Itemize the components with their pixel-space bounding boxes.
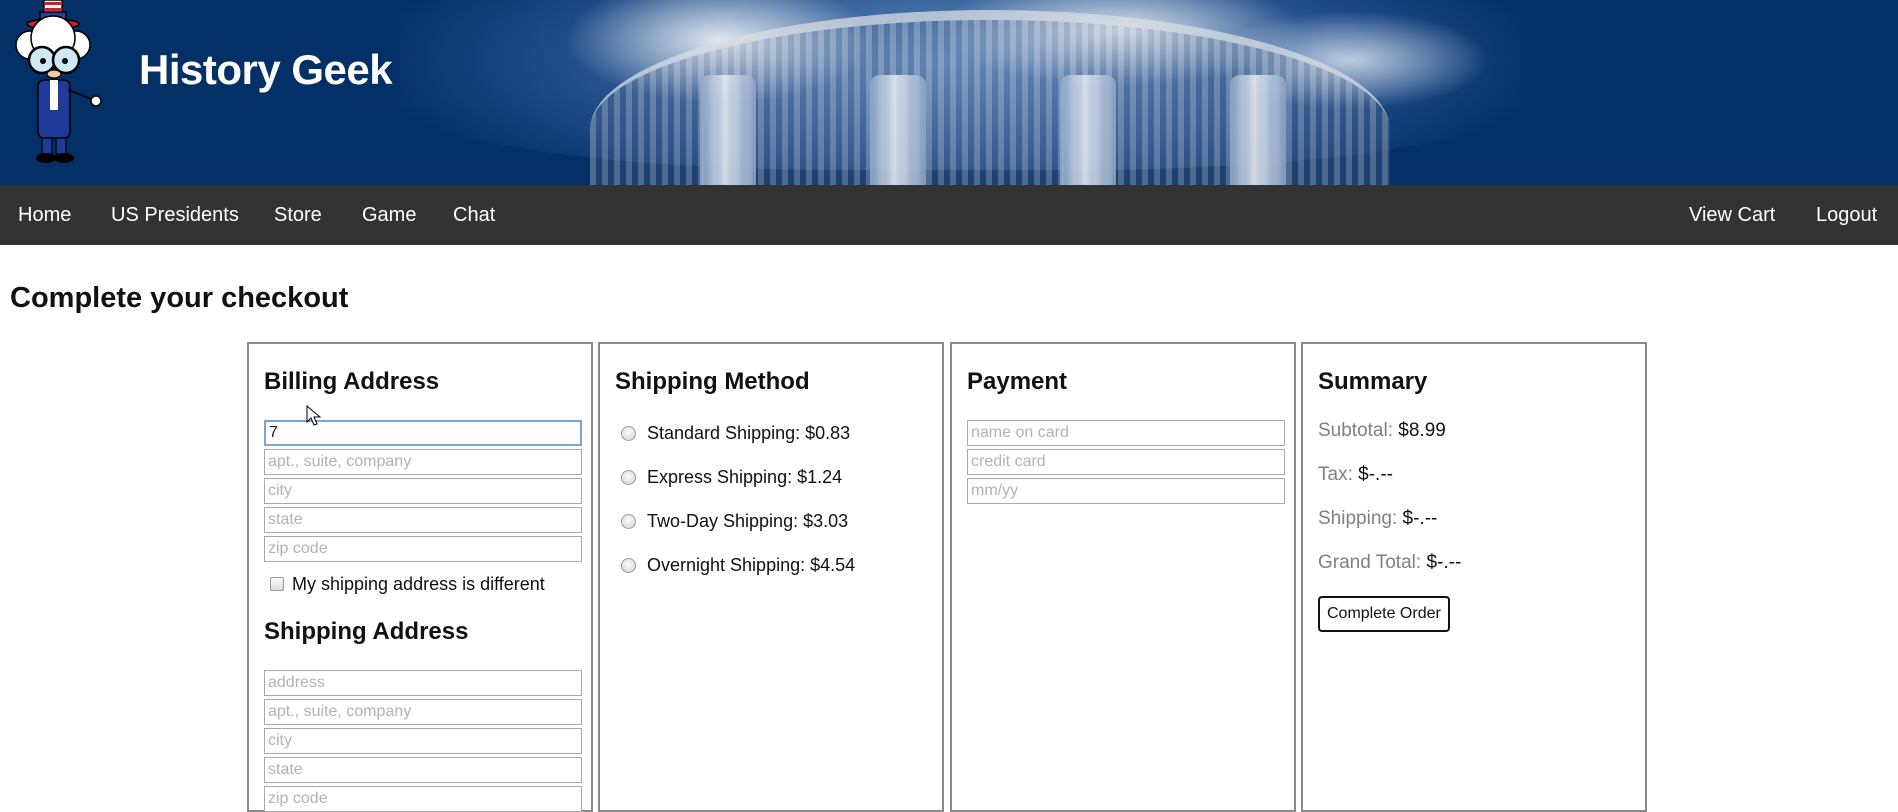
shipping-overnight-label: Overnight Shipping: $4.54 xyxy=(647,554,856,575)
payment-panel: Payment xyxy=(950,342,1296,812)
nav-chat[interactable]: Chat xyxy=(435,185,513,245)
payment-heading: Payment xyxy=(967,368,1068,395)
shipping-express-label: Express Shipping: $1.24 xyxy=(647,466,843,487)
shipping-standard-radio[interactable] xyxy=(621,425,636,441)
capitol-column xyxy=(1230,75,1286,185)
grand-total-value: $-.-- xyxy=(1426,552,1462,573)
complete-order-button[interactable]: Complete Order xyxy=(1318,596,1450,632)
subtotal-value: $8.99 xyxy=(1398,420,1446,441)
billing-zip-input[interactable] xyxy=(264,536,582,562)
subtotal-label: Subtotal: xyxy=(1318,420,1393,441)
shipping-address-heading: Shipping Address xyxy=(264,618,469,645)
billing-city-input[interactable] xyxy=(264,478,582,504)
billing-address-heading: Billing Address xyxy=(264,368,440,395)
shipping-overnight-radio[interactable] xyxy=(621,557,636,573)
shipping-standard-label: Standard Shipping: $0.83 xyxy=(647,422,851,443)
shipping-method-heading: Shipping Method xyxy=(615,368,810,395)
shipping-express-radio[interactable] xyxy=(621,469,636,485)
shipping-cost-label: Shipping: xyxy=(1318,508,1398,529)
nav-home[interactable]: Home xyxy=(0,185,89,245)
history-geek-mascot-logo: ★★ xyxy=(15,0,102,163)
billing-state-input[interactable] xyxy=(264,507,582,533)
capitol-column xyxy=(870,75,926,185)
site-title: History Geek xyxy=(139,46,393,93)
credit-card-input[interactable] xyxy=(967,449,1285,475)
subtotal-row: Subtotal: $8.99 xyxy=(1318,420,1446,442)
shipping-two-day-radio[interactable] xyxy=(621,513,636,529)
page-title: Complete your checkout xyxy=(10,282,349,314)
shipping-method-panel: Shipping Method Standard Shipping: $0.83… xyxy=(598,342,944,812)
summary-heading: Summary xyxy=(1318,368,1428,395)
different-shipping-checkbox[interactable] xyxy=(270,577,284,591)
different-shipping-row[interactable]: My shipping address is different xyxy=(270,573,545,595)
different-shipping-label: My shipping address is different xyxy=(292,573,545,594)
name-on-card-input[interactable] xyxy=(967,420,1285,446)
mouse-pointer-icon xyxy=(306,405,322,426)
shipping-option-standard[interactable]: Standard Shipping: $0.83 xyxy=(621,421,850,445)
nav-logout[interactable]: Logout xyxy=(1798,185,1895,245)
tax-row: Tax: $-.-- xyxy=(1318,464,1393,486)
shipping-zip-input[interactable] xyxy=(264,786,582,812)
shipping-address-input[interactable] xyxy=(264,670,582,696)
nav-view-cart[interactable]: View Cart xyxy=(1671,185,1793,245)
shipping-option-two-day[interactable]: Two-Day Shipping: $3.03 xyxy=(621,509,848,533)
nav-store[interactable]: Store xyxy=(256,185,340,245)
shipping-option-express[interactable]: Express Shipping: $1.24 xyxy=(621,465,842,489)
summary-panel: Summary Subtotal: $8.99 Tax: $-.-- Shipp… xyxy=(1301,342,1647,812)
shipping-cost-row: Shipping: $-.-- xyxy=(1318,508,1437,530)
shipping-apt-input[interactable] xyxy=(264,699,582,725)
billing-apt-input[interactable] xyxy=(264,449,582,475)
nav-us-presidents[interactable]: US Presidents xyxy=(93,185,257,245)
billing-address-panel: Billing Address My shipping address is d… xyxy=(247,342,593,812)
nav-game[interactable]: Game xyxy=(344,185,434,245)
header-banner: ★★ History Geek xyxy=(0,0,1898,185)
shipping-city-input[interactable] xyxy=(264,728,582,754)
tax-label: Tax: xyxy=(1318,464,1353,485)
tax-value: $-.-- xyxy=(1358,464,1393,485)
main-navbar: Home US Presidents Store Game Chat View … xyxy=(0,185,1898,245)
shipping-cost-value: $-.-- xyxy=(1402,508,1438,529)
capitol-column xyxy=(700,75,756,185)
capitol-column xyxy=(1060,75,1116,185)
shipping-two-day-label: Two-Day Shipping: $3.03 xyxy=(647,510,849,531)
grand-total-row: Grand Total: $-.-- xyxy=(1318,552,1461,574)
grand-total-label: Grand Total: xyxy=(1318,552,1422,573)
card-expiry-input[interactable] xyxy=(967,478,1285,504)
shipping-state-input[interactable] xyxy=(264,757,582,783)
shipping-option-overnight[interactable]: Overnight Shipping: $4.54 xyxy=(621,553,855,577)
